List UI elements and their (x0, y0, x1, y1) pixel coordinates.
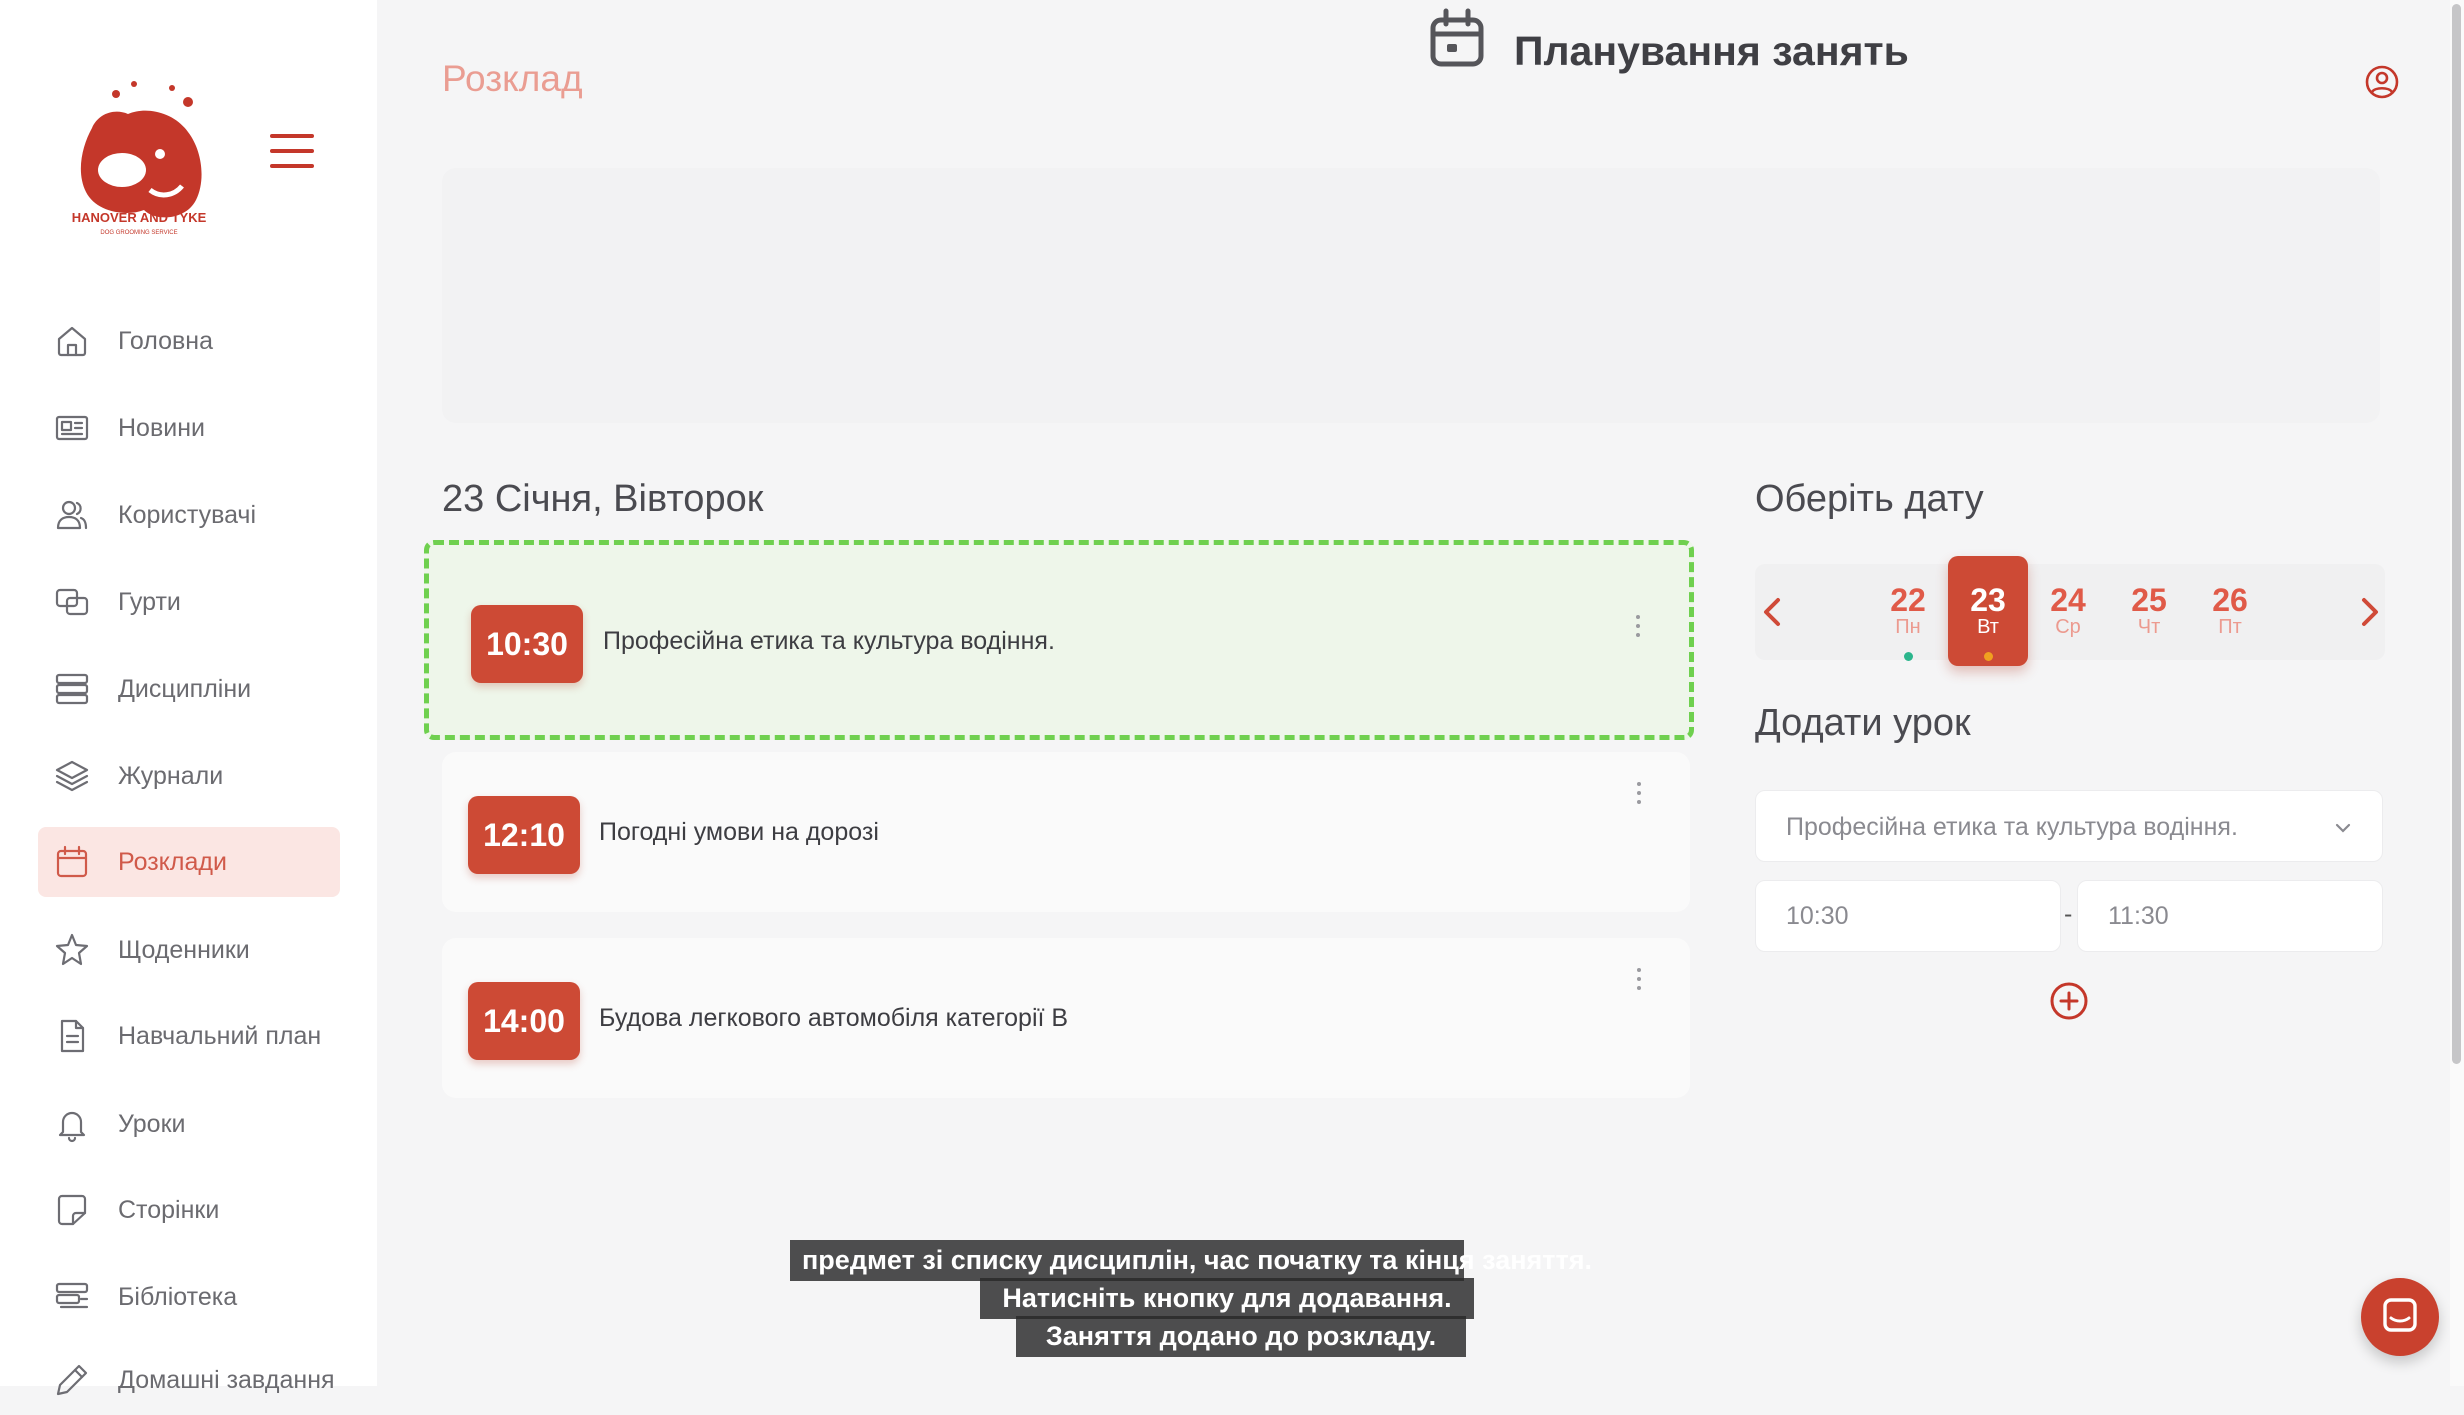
sidebar-item-lessons[interactable]: Уроки (38, 1089, 340, 1159)
sidebar-item-label: Користувачі (118, 500, 257, 529)
date-number: 22 (1890, 582, 1926, 618)
weekday-label: Ср (2055, 616, 2081, 638)
add-lesson-button[interactable] (2048, 980, 2090, 1022)
end-time-input[interactable]: 11:30 (2077, 880, 2383, 952)
sidebar-item-schedules[interactable]: Розклади (38, 827, 340, 897)
user-account-icon[interactable] (2364, 64, 2400, 100)
chevron-down-icon (2332, 817, 2354, 839)
logo-graphic: HANOVER AND TYKE DOG GROOMING SERVICE (72, 81, 207, 236)
date-option[interactable]: 22 Пн (1868, 556, 1948, 666)
weekday-label: Чт (2137, 616, 2161, 638)
more-options-icon[interactable] (1632, 968, 1646, 994)
lesson-title: Будова легкового автомобіля категорії В (599, 1004, 1069, 1032)
date-option-selected[interactable]: 23 Вт (1948, 556, 2028, 666)
breadcrumb: Розклад (442, 58, 583, 99)
date-option[interactable]: 26 Пт (2190, 556, 2270, 666)
time-separator: - (2064, 900, 2073, 928)
menu-toggle-button[interactable] (270, 134, 314, 170)
sidebar-item-label: Новини (118, 413, 205, 442)
sidebar-item-label: Журнали (118, 761, 224, 790)
home-icon (52, 321, 92, 361)
subject-select[interactable]: Професійна етика та культура водіння. (1755, 790, 2383, 862)
sidebar-item-label: Навчальний план (118, 1021, 322, 1050)
page-title: Планування занять (1514, 28, 1909, 74)
more-options-icon[interactable] (1632, 782, 1646, 808)
bell-icon (52, 1104, 92, 1144)
lesson-time: 10:30 (471, 605, 583, 683)
chat-button[interactable] (2361, 1278, 2439, 1356)
sidebar-item-label: Домашні завдання (118, 1365, 335, 1394)
sidebar-item-label: Дисципліни (118, 674, 252, 703)
lesson-indicator-dot (1903, 652, 1913, 661)
lesson-card[interactable]: 12:10 Погодні умови на дорозі (442, 752, 1690, 912)
subject-select-value: Професійна етика та культура водіння. (1786, 813, 2238, 841)
document-icon (52, 1016, 92, 1056)
users-icon (52, 495, 92, 535)
banner-area (442, 168, 2380, 423)
sidebar-item-home[interactable]: Головна (38, 306, 340, 376)
page-icon (52, 1190, 92, 1230)
lesson-title: Професійна етика та культура водіння. (603, 627, 1055, 655)
date-option[interactable]: 25 Чт (2109, 556, 2189, 666)
lesson-card-highlighted[interactable]: 10:30 Професійна етика та культура водін… (424, 540, 1694, 740)
sidebar-item-library[interactable]: Бібліотека (38, 1262, 340, 1332)
scrollbar-thumb[interactable] (2452, 4, 2461, 1064)
date-picker-title: Оберіть дату (1755, 478, 1984, 520)
sidebar-item-users[interactable]: Користувачі (38, 480, 340, 550)
layers-icon (52, 756, 92, 796)
lesson-indicator-dot (1983, 652, 1993, 661)
date-option[interactable]: 24 Ср (2028, 556, 2108, 666)
sidebar-item-label: Сторінки (118, 1195, 220, 1224)
newspaper-icon (52, 408, 92, 448)
sidebar-item-label: Уроки (118, 1109, 186, 1138)
subtitle-line: Натисніть кнопку для додавання. (980, 1278, 1474, 1319)
date-number: 26 (2212, 582, 2248, 618)
calendar-icon (52, 842, 92, 882)
sidebar-item-news[interactable]: Новини (38, 393, 340, 463)
logo[interactable]: HANOVER AND TYKE DOG GROOMING SERVICE (64, 72, 214, 242)
edit-icon (52, 1360, 92, 1400)
date-number: 24 (2050, 582, 2086, 618)
sidebar-item-journals[interactable]: Журнали (38, 741, 340, 811)
sidebar-item-label: Бібліотека (118, 1282, 238, 1311)
sidebar-item-label: Розклади (118, 847, 227, 876)
disciplines-icon (52, 669, 92, 709)
lesson-time: 14:00 (468, 982, 580, 1060)
sidebar-item-label: Щоденники (118, 935, 250, 964)
date-number: 23 (1970, 582, 2006, 618)
svg-text:DOG GROOMING SERVICE: DOG GROOMING SERVICE (100, 230, 177, 236)
star-icon (52, 930, 92, 970)
sidebar-item-diaries[interactable]: Щоденники (38, 915, 340, 985)
subtitle-line: Заняття додано до розкладу. (1016, 1316, 1466, 1357)
selected-day-title: 23 Січня, Вівторок (442, 478, 764, 520)
subtitle-line: предмет зі списку дисциплін, час початку… (790, 1240, 1592, 1281)
sidebar-item-label: Головна (118, 326, 213, 355)
chevron-left-icon[interactable] (1752, 584, 1792, 640)
start-time-input[interactable]: 10:30 (1755, 880, 2061, 952)
more-options-icon[interactable] (1631, 615, 1645, 641)
library-icon (52, 1277, 92, 1317)
sidebar-item-label: Гурти (118, 587, 181, 616)
weekday-label: Пт (2218, 616, 2242, 638)
sidebar-item-disciplines[interactable]: Дисципліни (38, 654, 340, 724)
lesson-time: 12:10 (468, 796, 580, 874)
date-number: 25 (2131, 582, 2167, 618)
svg-text:HANOVER AND TYKE: HANOVER AND TYKE (72, 210, 207, 225)
chat-icon (2383, 1298, 2417, 1332)
weekday-label: Пн (1895, 616, 1921, 638)
calendar-icon (1428, 6, 1486, 70)
lesson-card[interactable]: 14:00 Будова легкового автомобіля катего… (442, 938, 1690, 1098)
sidebar-item-curriculum[interactable]: Навчальний план (38, 1001, 340, 1071)
add-lesson-title: Додати урок (1755, 702, 1971, 744)
groups-icon (52, 582, 92, 622)
sidebar-item-homework[interactable]: Домашні завдання (38, 1345, 340, 1415)
sidebar-item-groups[interactable]: Гурти (38, 567, 340, 637)
weekday-label: Вт (1977, 616, 1999, 638)
sidebar-item-pages[interactable]: Сторінки (38, 1175, 340, 1245)
plus-circle-icon (2050, 982, 2088, 1020)
lesson-title: Погодні умови на дорозі (599, 818, 879, 846)
chevron-right-icon[interactable] (2350, 584, 2390, 640)
